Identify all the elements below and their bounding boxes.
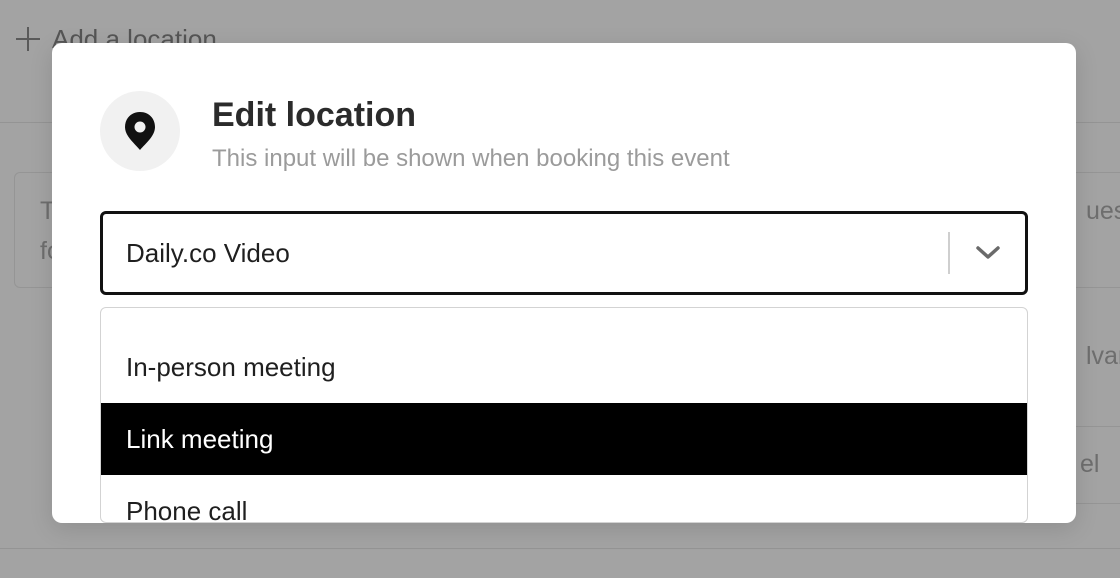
background-text-fragment: el [1080,450,1100,478]
background-text-fragment: lvan [1086,342,1120,370]
location-type-select[interactable]: Daily.co Video [100,211,1028,295]
select-value: Daily.co Video [126,237,290,268]
select-separator [948,232,950,274]
option-label: In-person meeting [126,351,336,382]
dialog-subtitle: This input will be shown when booking th… [212,145,730,172]
dialog-title: Edit location [212,96,416,134]
plus-icon [16,27,40,51]
background-text-fragment: ues [1086,197,1120,225]
option-label: Phone call [126,495,248,523]
page: Add a location T fo ues lvan el Edit loc… [0,0,1120,578]
map-pin-icon [125,112,155,150]
option-label: Link meeting [126,423,274,454]
option-link-meeting[interactable]: Link meeting [101,403,1027,475]
chevron-down-icon[interactable] [973,238,1003,268]
location-options-menu[interactable]: In-person meeting Link meeting Phone cal… [100,307,1028,523]
background-divider [0,548,1120,549]
option-in-person-meeting[interactable]: In-person meeting [101,331,1027,403]
edit-location-dialog: Edit location This input will be shown w… [52,43,1076,523]
option-phone-call[interactable]: Phone call [101,475,1027,523]
location-icon-badge [100,91,180,171]
